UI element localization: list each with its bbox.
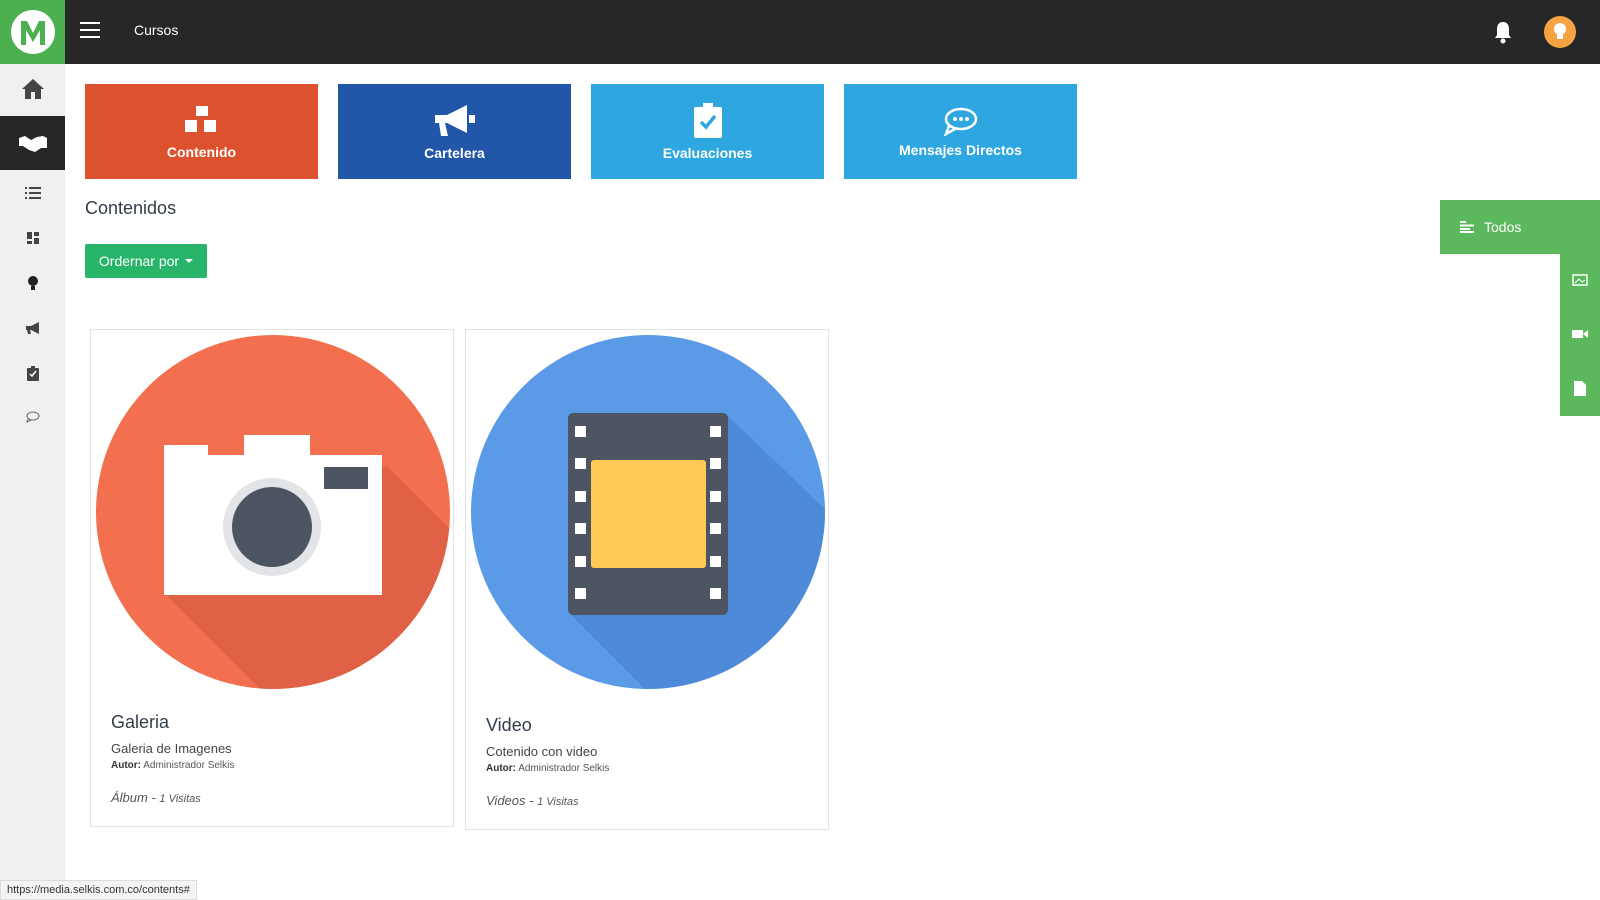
card-author: Autor: Administrador Selkis bbox=[111, 760, 234, 771]
sort-button-label: Ordernar por bbox=[98, 253, 180, 269]
bell-icon[interactable] bbox=[1492, 20, 1514, 44]
card-meta: Álbum - 1 Visitas bbox=[111, 790, 201, 805]
card-author-name: Administrador Selkis bbox=[143, 760, 235, 771]
handshake-icon bbox=[18, 136, 47, 152]
image-icon[interactable] bbox=[1560, 260, 1600, 300]
lightbulb-icon bbox=[27, 276, 38, 290]
tile-contenido[interactable]: Contenido bbox=[85, 84, 318, 179]
content-card-video[interactable]: Video Cotenido con video Autor: Administ… bbox=[465, 329, 829, 830]
card-visits: 1 Visitas bbox=[537, 796, 579, 808]
tile-label: Mensajes Directos bbox=[899, 141, 1022, 158]
cubes-icon bbox=[184, 105, 216, 132]
card-author-name: Administrador Selkis bbox=[518, 763, 610, 774]
tile-mensajes-directos[interactable]: Mensajes Directos bbox=[844, 84, 1077, 179]
hamburger-icon[interactable] bbox=[80, 22, 100, 40]
grid-icon bbox=[26, 232, 39, 244]
tile-label: Contenido bbox=[166, 143, 237, 160]
card-title: Video bbox=[486, 715, 532, 735]
tile-label: Evaluaciones bbox=[662, 144, 753, 161]
film-icon bbox=[471, 335, 825, 689]
lightbulb-icon bbox=[1554, 23, 1566, 39]
page-title: Cursos bbox=[134, 22, 179, 38]
chat-icon bbox=[25, 411, 39, 423]
top-bar: Cursos bbox=[0, 0, 1600, 64]
camera-icon bbox=[96, 335, 450, 689]
sidebar-item-dashboard[interactable] bbox=[0, 215, 65, 261]
clipboard-check-icon bbox=[693, 102, 722, 138]
document-icon[interactable] bbox=[1560, 368, 1600, 408]
card-type: Videos - bbox=[486, 793, 534, 808]
card-description: Galeria de Imagenes bbox=[111, 741, 232, 756]
card-visits: 1 Visitas bbox=[159, 793, 201, 805]
align-left-icon bbox=[1460, 221, 1474, 233]
card-author: Autor: Administrador Selkis bbox=[486, 763, 609, 774]
filter-type-strip bbox=[1560, 254, 1600, 416]
megaphone-icon bbox=[25, 322, 39, 334]
card-author-label: Autor: bbox=[486, 763, 516, 774]
section-title: Contenidos bbox=[85, 198, 177, 218]
card-type: Álbum - bbox=[111, 790, 156, 805]
avatar[interactable] bbox=[1544, 16, 1576, 48]
app-logo[interactable] bbox=[0, 0, 65, 64]
filter-all-button[interactable]: Todos bbox=[1440, 200, 1600, 254]
sort-button[interactable]: Ordernar por bbox=[85, 244, 207, 278]
sidebar-item-evaluations[interactable] bbox=[0, 350, 65, 396]
clipboard-check-icon bbox=[26, 365, 39, 381]
sidebar-item-messages[interactable] bbox=[0, 394, 65, 440]
caret-down-icon bbox=[185, 259, 194, 263]
video-icon[interactable] bbox=[1560, 314, 1600, 354]
tile-cartelera[interactable]: Cartelera bbox=[338, 84, 571, 179]
sidebar-item-announcements[interactable] bbox=[0, 305, 65, 351]
content-card-galeria[interactable]: Galeria Galeria de Imagenes Autor: Admin… bbox=[90, 329, 454, 827]
megaphone-icon bbox=[434, 104, 475, 136]
sidebar-item-courses[interactable] bbox=[0, 116, 65, 170]
card-description: Cotenido con video bbox=[486, 744, 598, 759]
card-author-label: Autor: bbox=[111, 760, 141, 771]
sidebar-item-home[interactable] bbox=[0, 66, 65, 112]
filter-label: Todos bbox=[1484, 219, 1522, 235]
tile-evaluaciones[interactable]: Evaluaciones bbox=[591, 84, 824, 179]
tile-label: Cartelera bbox=[424, 144, 485, 161]
logo-m-icon bbox=[10, 10, 55, 54]
card-title: Galeria bbox=[111, 712, 170, 732]
home-icon bbox=[21, 79, 44, 99]
status-bar-url: https://media.selkis.com.co/contents# bbox=[0, 880, 197, 900]
sidebar-item-ideas[interactable] bbox=[0, 260, 65, 306]
sidebar bbox=[0, 64, 65, 900]
sidebar-item-list[interactable] bbox=[0, 170, 65, 216]
card-meta: Videos - 1 Visitas bbox=[486, 793, 578, 808]
list-icon bbox=[24, 187, 41, 199]
chat-icon bbox=[943, 107, 977, 136]
